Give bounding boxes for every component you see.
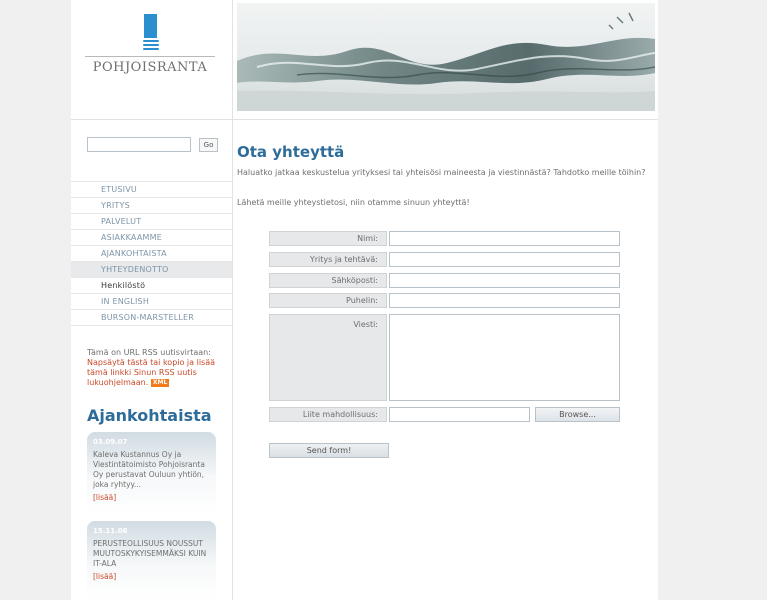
intro-text: Haluatko jatkaa keskustelua yrityksesi t… — [237, 168, 646, 177]
divider — [71, 119, 232, 120]
go-button[interactable]: Go — [199, 138, 218, 152]
nav-item-in-english[interactable]: IN ENGLISH — [71, 293, 232, 309]
news-more-link[interactable]: [lisää] — [93, 493, 210, 503]
browse-button[interactable]: Browse... — [535, 407, 620, 422]
site-logo[interactable]: POHJOISRANTA — [85, 14, 215, 78]
name-label: Nimi: — [269, 231, 387, 246]
news-item: 03.09.07 Kaleva Kustannus Oy ja Viestint… — [87, 432, 216, 514]
logo-rule — [85, 56, 215, 57]
news-item: 15.11.06 PERUSTEOLLISUUS NOUSSUT MUUTOSK… — [87, 521, 216, 600]
news-date: 15.11.06 — [93, 527, 128, 535]
send-form-button[interactable]: Send form! — [269, 443, 389, 458]
page-container: POHJOISRANTA Go ETUSIVU YRITYS PALVELUT … — [71, 0, 658, 600]
page-title: Ota yhteyttä — [237, 143, 345, 161]
news-date: 03.09.07 — [93, 438, 128, 446]
nav-item-henkilosto[interactable]: Henkilöstö — [71, 277, 232, 293]
nav-item-yhteydenotto[interactable]: YHTEYDENOTTO — [71, 261, 232, 277]
attachment-label: Liite mahdollisuus: — [269, 407, 387, 422]
phone-label: Puhelin: — [269, 293, 387, 308]
rss-info: Tämä on URL RSS uutisvirtaan: Napsäytä t… — [87, 348, 227, 388]
nav-item-palvelut[interactable]: PALVELUT — [71, 213, 232, 229]
divider — [233, 119, 658, 120]
rss-intro: Tämä on URL RSS uutisvirtaan: — [87, 348, 211, 357]
news-heading: Ajankohtaista — [87, 406, 212, 425]
nav-item-burson-marsteller[interactable]: BURSON-MARSTELLER — [71, 309, 232, 325]
xml-badge-icon[interactable]: XML — [150, 378, 170, 387]
nav-item-ajankohtaista[interactable]: AJANKOHTAISTA — [71, 245, 232, 261]
column-divider — [232, 0, 233, 600]
header-banner-image — [237, 3, 655, 111]
company-field[interactable] — [389, 252, 620, 267]
attachment-field[interactable] — [389, 407, 530, 422]
phone-field[interactable] — [389, 293, 620, 308]
news-more-link[interactable]: [lisää] — [93, 572, 210, 582]
logo-mark-icon — [143, 14, 159, 52]
company-label: Yritys ja tehtävä: — [269, 252, 387, 267]
name-field[interactable] — [389, 231, 620, 246]
nav-item-etusivu[interactable]: ETUSIVU — [71, 181, 232, 197]
email-label: Sähköposti: — [269, 273, 387, 288]
message-field[interactable] — [389, 314, 620, 401]
news-text: Kaleva Kustannus Oy ja Viestintätoimisto… — [93, 450, 205, 489]
nav-item-asiakkaamme[interactable]: ASIAKKAAMME — [71, 229, 232, 245]
instruction-text: Lähetä meille yhteystietosi, niin otamme… — [237, 198, 470, 207]
logo-text: POHJOISRANTA — [92, 60, 208, 75]
email-field[interactable] — [389, 273, 620, 288]
divider — [71, 325, 232, 326]
search-input[interactable] — [87, 137, 191, 152]
main-nav: ETUSIVU YRITYS PALVELUT ASIAKKAAMME AJAN… — [71, 181, 232, 326]
news-text: PERUSTEOLLISUUS NOUSSUT MUUTOSKYKYISEMMÄ… — [93, 539, 207, 568]
sidebar: POHJOISRANTA Go ETUSIVU YRITYS PALVELUT … — [71, 0, 232, 600]
message-label: Viesti: — [269, 314, 387, 401]
nav-item-yritys[interactable]: YRITYS — [71, 197, 232, 213]
